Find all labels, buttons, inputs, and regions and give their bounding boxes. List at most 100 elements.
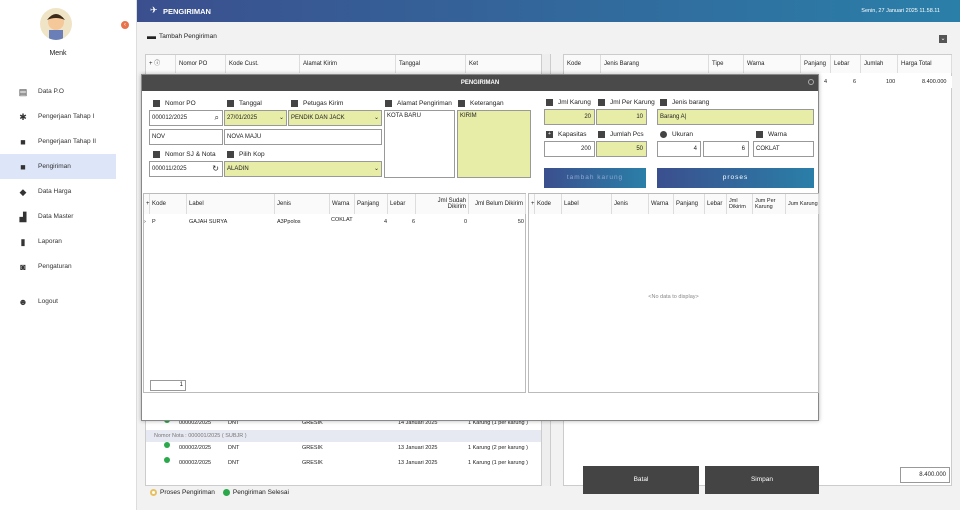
add-shipment-button[interactable]: ▬ Tambah Pengiriman: [147, 31, 217, 41]
ukuran-panjang-field[interactable]: 4: [657, 141, 701, 157]
nomor-sj-field[interactable]: 000011/2025 ↻: [149, 161, 223, 177]
jumlah-pcs-field[interactable]: 50: [596, 141, 647, 157]
status-process-icon: [150, 489, 157, 496]
label-jml-per-karung: Jml Per Karung: [598, 99, 655, 106]
warna-field[interactable]: COKLAT: [753, 141, 814, 157]
tag-icon: [660, 99, 667, 106]
number-icon: [153, 151, 160, 158]
sidebar-item-pengerjaan-2[interactable]: ■ Pengerjaan Tahap II: [0, 129, 116, 154]
cell-belum: 50: [517, 219, 524, 225]
label-kop: Pilih Kop: [227, 151, 265, 158]
save-button[interactable]: Simpan: [705, 466, 819, 494]
status-done-icon: [164, 457, 170, 463]
grid-header[interactable]: Warna: [330, 194, 355, 214]
calendar-icon: [227, 151, 234, 158]
label-jumlah-pcs: Jumlah Pcs: [598, 131, 644, 138]
table-header[interactable]: Jenis Barang: [601, 55, 709, 73]
grid-header[interactable]: Panjang: [355, 194, 388, 214]
table-header[interactable]: Harga Total: [898, 55, 952, 73]
cell-addr: GRESIK: [302, 445, 323, 451]
sidebar-item-laporan[interactable]: ▮ Laporan: [0, 229, 116, 254]
table-header[interactable]: Lebar: [831, 55, 861, 73]
sidebar-nav: ▤ Data P.O ✱ Pengerjaan Tahap I ■ Pengerjaa…: [0, 79, 116, 314]
number-icon: [153, 100, 160, 107]
sidebar-collapse-button[interactable]: ‹: [121, 21, 129, 29]
sidebar-item-logout[interactable]: ☻ Logout: [0, 289, 116, 314]
table-header[interactable]: Ket: [466, 55, 542, 73]
refresh-icon[interactable]: ↻: [212, 162, 219, 176]
grid-header[interactable]: Kode: [150, 194, 187, 214]
grid-header[interactable]: Panjang: [674, 194, 705, 214]
grid-header[interactable]: Jum Per Karung: [753, 194, 786, 214]
paint-bucket-icon: [756, 131, 763, 138]
sidebar-item-data-po[interactable]: ▤ Data P.O: [0, 79, 116, 104]
calculator-icon: [546, 99, 553, 106]
table-row[interactable]: 000002/2025 DNT GRESIK 13 Januari 2025 1…: [146, 457, 542, 469]
calendar-icon: [227, 100, 234, 107]
grid-header[interactable]: Warna: [649, 194, 674, 214]
table-header[interactable]: Kode: [564, 55, 601, 73]
table-header[interactable]: Panjang: [801, 55, 831, 73]
cell-ket: 1 Karung (2 per karung ): [468, 445, 528, 451]
chevron-down-icon: ⌄: [278, 115, 284, 121]
group-row[interactable]: Nomor Nota : 000001/2025 ( SUBJR ): [146, 430, 542, 442]
label-nomor-sj: Nomor SJ & Nota: [153, 151, 216, 158]
add-shipment-label: Tambah Pengiriman: [159, 32, 217, 40]
alamat-field[interactable]: KOTA BARU: [384, 110, 455, 178]
truck-icon: ■: [20, 161, 26, 172]
table-row[interactable]: 000002/2025 DNT GRESIK 13 Januari 2025 1…: [146, 442, 542, 454]
jml-karung-field[interactable]: 20: [544, 109, 595, 125]
cell-lebar: 6: [853, 79, 857, 85]
grid-header[interactable]: Lebar: [388, 194, 416, 214]
grid-header[interactable]: Jum Karung: [786, 194, 819, 214]
sidebar-item-data-harga[interactable]: ◆ Data Harga: [0, 179, 116, 204]
sidebar-item-pengerjaan-1[interactable]: ✱ Pengerjaan Tahap I: [0, 104, 116, 129]
sidebar-item-pengiriman[interactable]: ■ Pengiriman: [0, 154, 116, 179]
keterangan-field[interactable]: KIRIM: [457, 110, 531, 178]
grid-header[interactable]: Jml Dikirim: [727, 194, 753, 214]
table-header[interactable]: Alamat Kirim: [300, 55, 396, 73]
jml-per-karung-field[interactable]: 10: [596, 109, 647, 125]
grid-header[interactable]: Kode: [535, 194, 562, 214]
kapasitas-field[interactable]: 200: [544, 141, 595, 157]
label-kapasitas: + Kapasitas: [546, 131, 587, 138]
sidebar-item-label: Laporan: [38, 238, 62, 245]
close-icon[interactable]: [808, 79, 814, 85]
table-header[interactable]: Tipe: [709, 55, 744, 73]
cell-panjang: 4: [383, 219, 387, 225]
grid-header[interactable]: Jml Sudah Dikirim: [416, 194, 469, 214]
petugas-select[interactable]: PENDIK DAN JACK ⌄: [288, 110, 382, 126]
sidebar-item-pengaturan[interactable]: ◙ Pengaturan: [0, 254, 116, 279]
row-expand-icon[interactable]: ›: [144, 215, 150, 229]
sidebar-item-label: Pengerjaan Tahap I: [38, 113, 95, 120]
table-header[interactable]: Jumlah: [861, 55, 898, 73]
search-icon[interactable]: ⌕: [215, 111, 219, 125]
user-icon: [291, 100, 298, 107]
table-header[interactable]: Nomor PO: [176, 55, 226, 73]
grid-header[interactable]: Jenis: [275, 194, 330, 214]
ukuran-lebar-field[interactable]: 6: [703, 141, 749, 157]
pin-icon: ✈: [150, 5, 158, 15]
grid-header[interactable]: Jenis: [612, 194, 649, 214]
jenis-barang-field[interactable]: Barang A|: [657, 109, 814, 125]
table-header[interactable]: Kode Cust.: [226, 55, 300, 73]
sidebar-item-data-master[interactable]: ▟ Data Master: [0, 204, 116, 229]
grid-header[interactable]: Jml Belum Dikirim: [469, 194, 526, 214]
cell-date: 13 Januari 2025: [398, 445, 438, 451]
grid-header[interactable]: Label: [562, 194, 612, 214]
cell-po: 000002/2025: [179, 460, 212, 466]
nomor-po-field[interactable]: 000012/2025 ⌕: [149, 110, 223, 126]
tanggal-field[interactable]: 27/01/2025 ⌄: [224, 110, 287, 126]
grid-header[interactable]: Label: [187, 194, 275, 214]
add-sack-button[interactable]: tambah karung: [544, 168, 646, 188]
grid-header[interactable]: Lebar: [705, 194, 727, 214]
process-button[interactable]: proses: [657, 168, 814, 188]
kop-select[interactable]: ALADIN ⌄: [224, 161, 382, 177]
cell-jumlah: 100: [886, 79, 896, 85]
chevron-down-icon[interactable]: ⌄: [939, 35, 947, 43]
cancel-button[interactable]: Batal: [583, 466, 699, 494]
legend: Proses Pengiriman Pengiriman Selesai: [150, 489, 289, 496]
label-warna: Warna: [756, 131, 787, 138]
table-header[interactable]: Warna: [744, 55, 801, 73]
table-header[interactable]: Tanggal: [396, 55, 466, 73]
